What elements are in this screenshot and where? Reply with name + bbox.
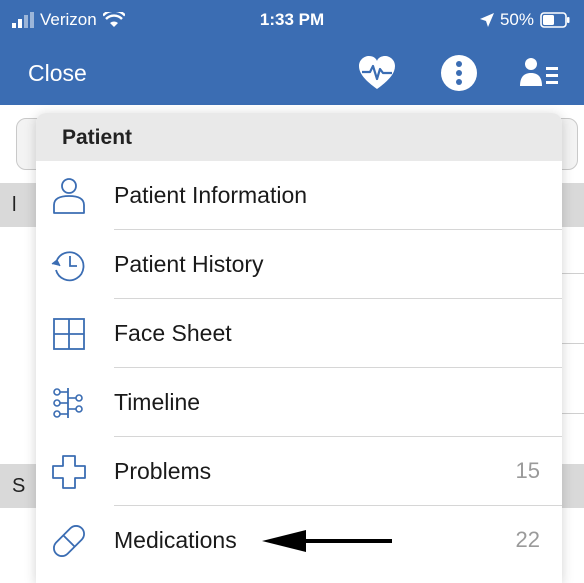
menu-item-label: Medications xyxy=(114,527,237,553)
close-button[interactable]: Close xyxy=(28,60,87,87)
medical-cross-icon xyxy=(52,455,86,489)
battery-icon xyxy=(540,12,570,28)
menu-item-timeline[interactable]: Timeline xyxy=(36,368,562,437)
annotation-arrow-icon xyxy=(262,530,392,552)
status-right: 50% xyxy=(479,10,570,30)
menu-item-patient-history[interactable]: Patient History xyxy=(36,230,562,299)
navigation-bar: Verizon 1:33 PM 50% Close xyxy=(0,0,584,105)
menu-item-count: 15 xyxy=(515,458,540,483)
history-clock-icon xyxy=(51,251,85,282)
grid-icon xyxy=(53,318,85,350)
pill-icon xyxy=(53,525,85,557)
menu-item-label: Patient Information xyxy=(114,182,308,208)
menu-item-medications[interactable]: Medications 22 xyxy=(36,506,562,575)
background-section-label: S xyxy=(12,475,26,497)
patient-menu-popover: Patient Patient Information Patient Hist… xyxy=(36,113,562,583)
timeline-icon xyxy=(53,388,83,418)
background-divider xyxy=(560,273,584,274)
heart-rate-icon[interactable] xyxy=(356,52,398,94)
patient-menu-icon[interactable] xyxy=(518,52,560,94)
menu-header: Patient xyxy=(36,113,562,161)
battery-percent: 50% xyxy=(499,10,534,29)
background-divider xyxy=(560,343,584,344)
menu-item-label: Patient History xyxy=(114,251,264,277)
menu-item-label: Face Sheet xyxy=(114,320,232,346)
menu-item-problems[interactable]: Problems 15 xyxy=(36,437,562,506)
background-section-label: l xyxy=(12,194,17,216)
more-icon[interactable] xyxy=(438,52,480,94)
location-arrow-icon xyxy=(479,13,494,27)
menu-item-face-sheet[interactable]: Face Sheet xyxy=(36,299,562,368)
menu-item-patient-information[interactable]: Patient Information xyxy=(36,161,562,230)
menu-header-title: Patient xyxy=(62,126,133,149)
menu-item-label: Timeline xyxy=(114,389,201,415)
status-bar: Verizon 1:33 PM 50% xyxy=(0,0,584,40)
person-icon xyxy=(53,178,85,214)
background-divider xyxy=(560,413,584,414)
menu-item-count: 22 xyxy=(515,527,540,552)
menu-item-label: Problems xyxy=(114,458,212,484)
